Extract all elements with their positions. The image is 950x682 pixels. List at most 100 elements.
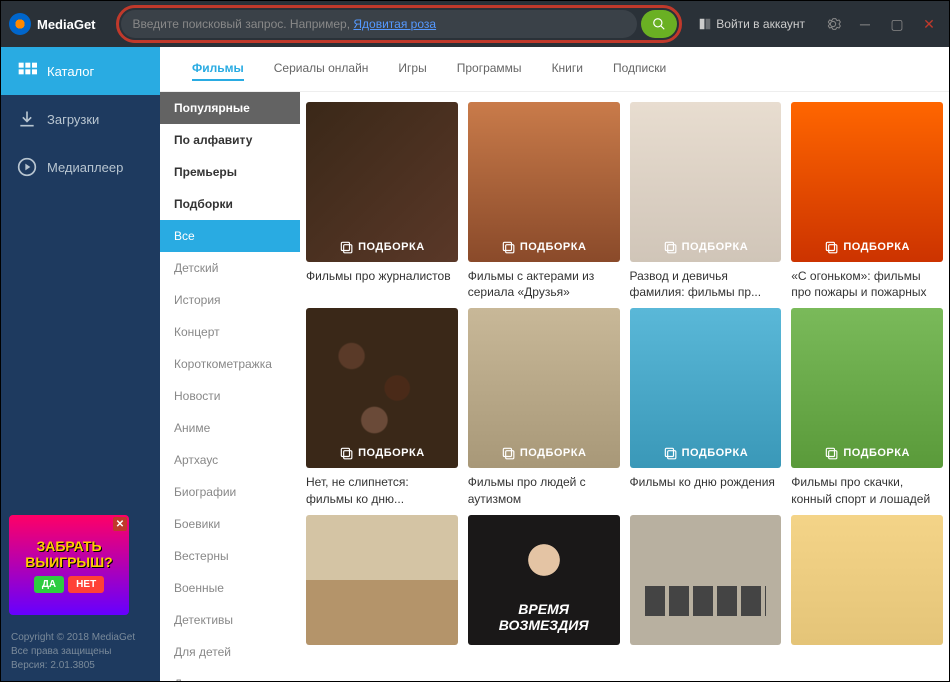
cat-item[interactable]: Концерт [160, 316, 300, 348]
search-button[interactable] [641, 10, 677, 38]
card-thumb: ПОДБОРКА [630, 102, 782, 262]
cat-item[interactable]: Биографии [160, 476, 300, 508]
tab-3[interactable]: Программы [457, 57, 522, 81]
tab-2[interactable]: Игры [398, 57, 426, 81]
card-title: Развод и девичья фамилия: фильмы пр... [630, 268, 782, 300]
card-thumb: ПОДБОРКА [791, 102, 943, 262]
card-thumb: ПОДБОРКА [306, 102, 458, 262]
cat-top-item[interactable]: Подборки [160, 188, 300, 220]
app-name: MediaGet [37, 17, 96, 32]
card-title: Фильмы про людей с аутизмом [468, 474, 620, 506]
sidebar-label: Загрузки [47, 112, 99, 127]
tab-5[interactable]: Подписки [613, 57, 666, 81]
settings-button[interactable] [821, 12, 845, 36]
collection-badge: ПОДБОРКА [630, 446, 782, 460]
login-button[interactable]: Войти в аккаунт [698, 17, 805, 31]
collection-badge: ПОДБОРКА [306, 446, 458, 460]
close-button[interactable]: ✕ [917, 12, 941, 36]
maximize-button[interactable]: ▢ [885, 12, 909, 36]
collection-badge: ПОДБОРКА [791, 446, 943, 460]
card-thumb: ПОДБОРКА [630, 308, 782, 468]
content-card[interactable]: ПОДБОРКА Фильмы про людей с аутизмом [468, 308, 620, 506]
cat-item[interactable]: История [160, 284, 300, 316]
search-icon [652, 17, 666, 31]
collection-badge: ПОДБОРКА [468, 446, 620, 460]
card-title: Фильмы ко дню рождения [630, 474, 782, 490]
download-icon [17, 109, 37, 129]
content-card[interactable] [468, 515, 620, 645]
collection-badge: ПОДБОРКА [630, 240, 782, 254]
sidebar-label: Каталог [47, 64, 94, 79]
tab-0[interactable]: Фильмы [192, 57, 244, 81]
minimize-button[interactable]: ─ [853, 12, 877, 36]
copyright: Copyright © 2018 MediaGet Все права защи… [1, 623, 160, 681]
tab-1[interactable]: Сериалы онлайн [274, 57, 369, 81]
cat-item[interactable]: Вестерны [160, 540, 300, 572]
cat-item[interactable]: Новости [160, 380, 300, 412]
sidebar: Каталог Загрузки Медиаплеер ✕ ЗАБРАТЬВЫИ… [1, 47, 160, 681]
card-thumb: ПОДБОРКА [791, 308, 943, 468]
card-title: Нет, не слипнется: фильмы ко дню... [306, 474, 458, 506]
cat-item[interactable]: Короткометражка [160, 348, 300, 380]
app-logo: MediaGet [9, 13, 96, 35]
ad-banner[interactable]: ✕ ЗАБРАТЬВЫИГРЫШ? ДА НЕТ [9, 515, 129, 615]
cat-top-item[interactable]: Премьеры [160, 156, 300, 188]
content: ПопулярныеПо алфавитуПремьерыПодборкиВсе… [160, 92, 949, 681]
tab-4[interactable]: Книги [552, 57, 583, 81]
cat-item[interactable]: Детский [160, 252, 300, 284]
body: Каталог Загрузки Медиаплеер ✕ ЗАБРАТЬВЫИ… [1, 47, 949, 681]
content-card[interactable]: ПОДБОРКА Развод и девичья фамилия: фильмы… [630, 102, 782, 300]
card-thumb: ПОДБОРКА [306, 308, 458, 468]
gear-icon [825, 16, 841, 32]
login-label: Войти в аккаунт [716, 17, 805, 31]
card-title: Фильмы про скачки, конный спорт и лошаде… [791, 474, 943, 506]
collection-badge: ПОДБОРКА [306, 240, 458, 254]
cat-item[interactable]: Документальные [160, 668, 300, 681]
card-thumb: ПОДБОРКА [468, 102, 620, 262]
sidebar-item-catalog[interactable]: Каталог [1, 47, 160, 95]
content-card[interactable] [791, 515, 943, 645]
cat-item[interactable]: Для детей [160, 636, 300, 668]
cat-item[interactable]: Боевики [160, 508, 300, 540]
app-window: MediaGet Введите поисковый запрос. Напри… [0, 0, 950, 682]
category-sidebar: ПопулярныеПо алфавитуПремьерыПодборкиВсе… [160, 92, 300, 681]
card-thumb [630, 515, 782, 645]
cat-item[interactable]: Артхаус [160, 444, 300, 476]
cat-top-item[interactable]: Популярные [160, 92, 300, 124]
search-bar-highlight: Введите поисковый запрос. Например, Ядов… [116, 5, 683, 43]
cat-item[interactable]: Военные [160, 572, 300, 604]
card-title: Фильмы с актерами из сериала «Друзья» [468, 268, 620, 300]
search-placeholder: Введите поисковый запрос. Например, Ядов… [133, 17, 437, 31]
main: Фильмы Сериалы онлайн Игры Программы Книги По… [160, 47, 949, 681]
grid-icon [17, 61, 37, 81]
card-title: «С огоньком»: фильмы про пожары и пожарн… [791, 268, 943, 300]
login-icon [698, 17, 712, 31]
content-card[interactable]: ПОДБОРКА Фильмы про скачки, конный спорт … [791, 308, 943, 506]
content-card[interactable]: ПОДБОРКАФильмы про журналистов [306, 102, 458, 300]
card-thumb: ПОДБОРКА [468, 308, 620, 468]
collection-badge: ПОДБОРКА [468, 240, 620, 254]
content-card[interactable]: ПОДБОРКА «С огоньком»: фильмы про пожары … [791, 102, 943, 300]
titlebar: MediaGet Введите поисковый запрос. Напри… [1, 1, 949, 47]
sidebar-label: Медиаплеер [47, 160, 123, 175]
cat-item[interactable]: Аниме [160, 412, 300, 444]
sidebar-item-downloads[interactable]: Загрузки [1, 95, 160, 143]
content-card[interactable]: ПОДБОРКА Нет, не слипнется: фильмы ко дню… [306, 308, 458, 506]
search-input[interactable]: Введите поисковый запрос. Например, Ядов… [121, 10, 638, 38]
cards-grid: ПОДБОРКАФильмы про журналистовПОДБОРКАФи… [300, 92, 949, 681]
cat-item[interactable]: Детективы [160, 604, 300, 636]
content-card[interactable] [630, 515, 782, 645]
logo-icon [9, 13, 31, 35]
collection-badge: ПОДБОРКА [791, 240, 943, 254]
content-card[interactable] [306, 515, 458, 645]
content-card[interactable]: ПОДБОРКА Фильмы ко дню рождения [630, 308, 782, 506]
tabs: Фильмы Сериалы онлайн Игры Программы Книги По… [160, 47, 949, 92]
card-thumb [306, 515, 458, 645]
ad-yes-button[interactable]: ДА [34, 576, 64, 593]
sidebar-item-player[interactable]: Медиаплеер [1, 143, 160, 191]
ad-no-button[interactable]: НЕТ [68, 576, 104, 593]
cat-top-item[interactable]: По алфавиту [160, 124, 300, 156]
ad-close-button[interactable]: ✕ [113, 517, 127, 531]
content-card[interactable]: ПОДБОРКА Фильмы с актерами из сериала «Др… [468, 102, 620, 300]
cat-item[interactable]: Все [160, 220, 300, 252]
